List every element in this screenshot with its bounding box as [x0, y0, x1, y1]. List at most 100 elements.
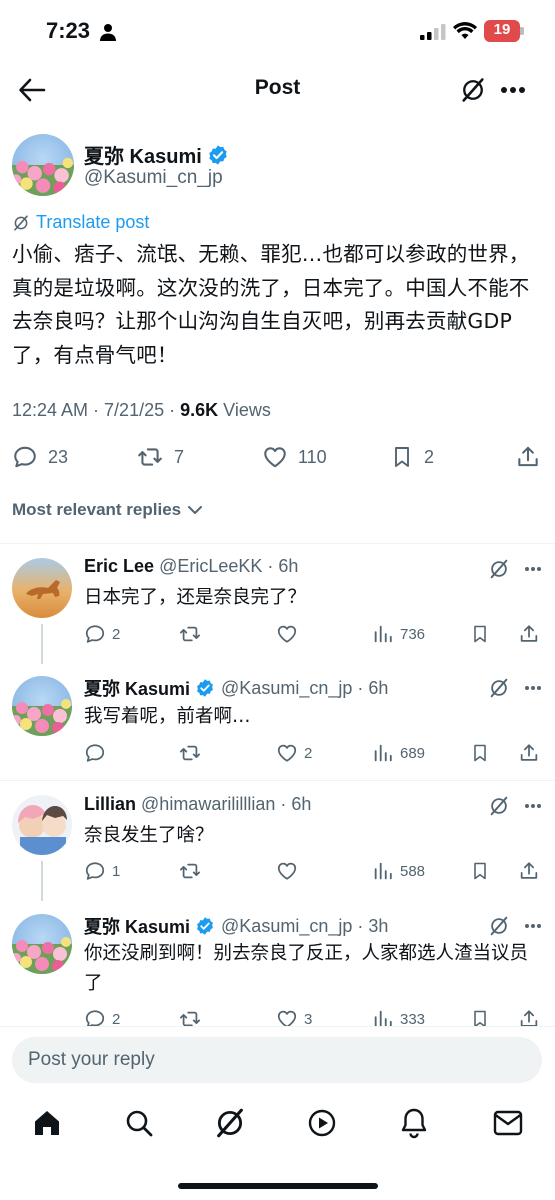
reply-handle[interactable]: @EricLeeKK — [159, 556, 262, 576]
bookmark-icon — [470, 860, 490, 882]
bookmark-icon — [470, 742, 490, 764]
views-action[interactable]: 736 — [372, 623, 425, 645]
bookmark-action[interactable]: 2 — [390, 444, 434, 470]
status-time: 7:23 — [46, 18, 117, 44]
reply-icon — [84, 742, 106, 764]
heart-icon — [276, 742, 298, 764]
nav-messages[interactable] — [493, 1110, 523, 1136]
bookmark-action[interactable] — [470, 742, 490, 764]
author-name: 夏弥 Kasumi — [84, 146, 202, 168]
translate-post-link[interactable]: Translate post — [12, 212, 149, 233]
nav-home[interactable] — [32, 1108, 62, 1138]
bookmark-action[interactable] — [470, 860, 490, 882]
reply-author-name[interactable]: 夏弥 Kasumi — [84, 675, 190, 701]
reply-count: 2 — [112, 1010, 121, 1027]
grok-icon — [213, 1106, 247, 1140]
views-action[interactable]: 689 — [372, 742, 425, 764]
reply-time: · 3h — [357, 915, 389, 936]
reply-handle[interactable]: @Kasumi_cn_jp — [221, 916, 352, 937]
grok-button[interactable] — [488, 795, 510, 817]
author-handle[interactable]: @Kasumi_cn_jp — [84, 167, 223, 189]
bookmark-icon — [390, 444, 414, 470]
reply-item[interactable]: 夏弥 Kasumi @Kasumi_cn_jp · 3h 你还没刷到啊！别去奈良… — [0, 901, 555, 1026]
nav-search[interactable] — [124, 1108, 154, 1138]
repost-action[interactable] — [178, 860, 202, 882]
thread-line — [41, 861, 43, 901]
notifications-icon — [401, 1108, 427, 1139]
grok-button[interactable] — [488, 677, 510, 699]
like-action[interactable]: 3 — [276, 1008, 312, 1026]
reply-handle[interactable]: @himawarililllian — [141, 794, 275, 814]
grok-button[interactable] — [488, 558, 510, 580]
post-author[interactable]: 夏弥 Kasumi — [84, 140, 229, 169]
reply-action[interactable]: 23 — [12, 444, 68, 470]
like-count: 3 — [304, 1010, 313, 1027]
reply-header: 夏弥 Kasumi @Kasumi_cn_jp · 3h — [84, 913, 388, 939]
repost-action[interactable] — [178, 742, 202, 764]
repost-count: 7 — [174, 446, 185, 467]
reply-action[interactable]: 2 — [84, 623, 120, 645]
bookmark-action[interactable] — [470, 1008, 490, 1026]
more-button[interactable] — [524, 566, 542, 572]
repost-icon — [178, 860, 202, 882]
search-icon — [126, 1110, 153, 1137]
like-action[interactable]: 110 — [262, 444, 327, 470]
reply-item[interactable]: Eric Lee @EricLeeKK · 6h 日本完了，还是奈良完了？ 2 … — [0, 544, 555, 664]
like-action[interactable] — [276, 860, 298, 882]
verified-icon — [195, 916, 215, 936]
home-icon — [35, 1111, 59, 1135]
reply-action[interactable]: 1 — [84, 860, 120, 882]
views-icon — [372, 623, 394, 645]
reply-icon — [12, 444, 38, 470]
grok-icon — [488, 677, 510, 699]
share-button[interactable] — [518, 742, 540, 764]
reply-author-name[interactable]: Lillian — [84, 794, 136, 814]
grok-button[interactable] — [459, 76, 487, 104]
reply-author-name[interactable]: Eric Lee — [84, 556, 154, 576]
heart-icon — [262, 444, 288, 470]
views-action[interactable]: 588 — [372, 860, 425, 882]
reply-author-name[interactable]: 夏弥 Kasumi — [84, 913, 190, 939]
reply-icon — [84, 623, 106, 645]
more-icon — [525, 924, 541, 928]
repost-action[interactable] — [178, 1008, 202, 1026]
avatar[interactable] — [12, 134, 74, 196]
reply-handle[interactable]: @Kasumi_cn_jp — [221, 678, 352, 699]
avatar[interactable] — [12, 795, 72, 855]
share-button[interactable] — [518, 860, 540, 882]
repost-action[interactable] — [178, 623, 202, 645]
views-action[interactable]: 333 — [372, 1008, 425, 1026]
repost-action[interactable]: 7 — [136, 444, 184, 470]
bookmark-action[interactable] — [470, 623, 490, 645]
reply-time: · 6h — [357, 677, 389, 698]
post-timestamp[interactable]: 12:24 AM · 7/21/25 · — [12, 400, 180, 420]
more-icon — [525, 567, 541, 571]
avatar[interactable] — [12, 676, 72, 736]
like-action[interactable] — [276, 623, 298, 645]
more-button[interactable] — [500, 86, 526, 94]
reply-composer-input[interactable]: Post your reply — [12, 1037, 542, 1083]
share-button[interactable] — [518, 1008, 540, 1026]
reply-action[interactable] — [84, 742, 106, 764]
more-button[interactable] — [524, 803, 542, 809]
nav-notifications[interactable] — [399, 1107, 429, 1139]
like-action[interactable]: 2 — [276, 742, 312, 764]
post-text: 小偷、痞子、流氓、无赖、罪犯…也都可以参政的世界，真的是垃圾啊。这次没的洗了，日… — [12, 242, 530, 367]
more-button[interactable] — [524, 923, 542, 929]
share-button[interactable] — [515, 444, 541, 470]
grok-button[interactable] — [488, 915, 510, 937]
reply-text: 我写着呢，前者啊… — [84, 706, 251, 727]
avatar[interactable] — [12, 558, 72, 618]
share-button[interactable] — [518, 623, 540, 645]
replies-sort-dropdown[interactable]: Most relevant replies — [12, 500, 203, 520]
reply-action[interactable]: 2 — [84, 1008, 120, 1026]
views-count: 9.6K — [180, 400, 219, 420]
reply-item[interactable]: 夏弥 Kasumi @Kasumi_cn_jp · 6h 我写着呢，前者啊… 2… — [0, 664, 555, 780]
reply-count: 23 — [48, 446, 69, 467]
reply-item[interactable]: Lillian @himawarililllian · 6h 奈良发生了啥？ 1… — [0, 781, 555, 901]
more-button[interactable] — [524, 685, 542, 691]
nav-grok[interactable] — [213, 1106, 247, 1140]
reply-count: 1 — [112, 862, 121, 880]
avatar[interactable] — [12, 914, 72, 974]
nav-video[interactable] — [307, 1108, 337, 1138]
